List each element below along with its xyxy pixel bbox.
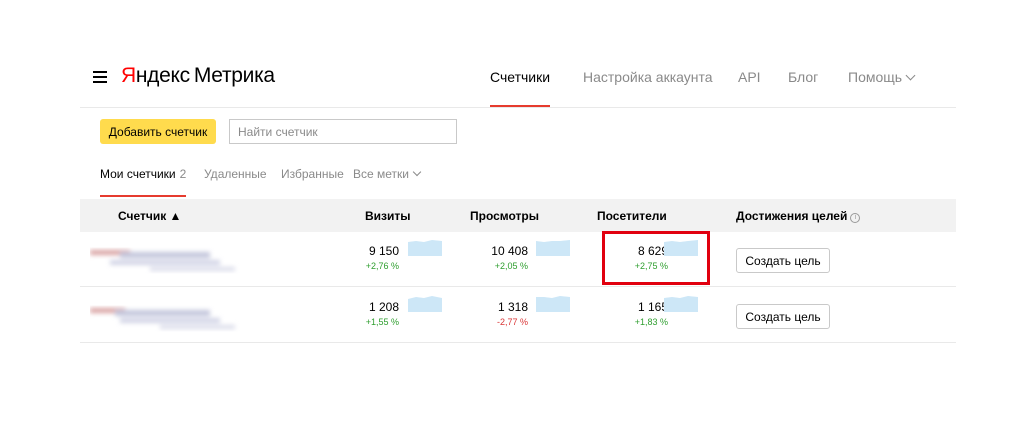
column-counter-sort[interactable]: Счетчик ▲ (118, 209, 181, 223)
visits-change: +1,55 % (365, 317, 399, 327)
views-sparkline (536, 296, 570, 312)
visits-change: +2,76 % (365, 261, 399, 271)
visits-sparkline (408, 240, 442, 256)
chevron-down-icon (905, 70, 916, 81)
create-goal-button[interactable]: Создать цель (736, 248, 830, 273)
column-views: Просмотры (470, 209, 540, 223)
table-row[interactable]: 1 208 +1,55 % 1 318 -2,77 % 1 165 +1,83 … (80, 288, 956, 343)
chevron-down-icon (412, 167, 422, 177)
search-input[interactable] (229, 119, 457, 144)
table-header: Счетчик ▲ Визиты Просмотры Посетители До… (80, 199, 956, 232)
logo-brand-rest: ндекс (135, 64, 190, 87)
views-change: -2,77 % (496, 317, 528, 327)
views-value: 10 408 (491, 244, 528, 258)
tab-all-tags[interactable]: Все метки (353, 167, 422, 181)
tab-my-counters-count: 2 (179, 167, 187, 181)
visits-value: 1 208 (368, 300, 399, 314)
views-value: 1 318 (497, 300, 528, 314)
nav-account-settings[interactable]: Настройка аккаунта (583, 69, 713, 85)
visitors-sparkline (664, 296, 698, 312)
visitors-value: 1 165 (637, 300, 668, 314)
tab-deleted[interactable]: Удаленные (204, 167, 267, 181)
tab-my-counters-label: Мои счетчики (100, 167, 176, 181)
column-goals-label: Достижения целей (736, 209, 848, 223)
table-row[interactable]: 9 150 +2,76 % 10 408 +2,05 % 8 629 +2,75… (80, 232, 956, 287)
visits-sparkline (408, 296, 442, 312)
top-header: Яндекс Метрика Счетчики Настройка аккаунт… (80, 50, 956, 108)
views-cell: 1 318 -2,77 % (497, 300, 528, 327)
tab-favorites[interactable]: Избранные (281, 167, 344, 181)
column-goals: Достижения целей i (736, 209, 861, 224)
nav-active-underline (490, 105, 550, 107)
nav-help-label: Помощь (848, 69, 903, 85)
create-goal-button[interactable]: Создать цель (736, 304, 830, 329)
views-cell: 10 408 +2,05 % (491, 244, 528, 271)
logo[interactable]: Яндекс Метрика (121, 64, 275, 88)
column-visitors: Посетители (597, 209, 667, 223)
nav-help[interactable]: Помощь (848, 69, 916, 85)
info-icon[interactable]: i (850, 213, 861, 223)
visits-cell: 9 150 +2,76 % (366, 244, 399, 271)
visits-value: 9 150 (368, 244, 399, 258)
add-counter-button[interactable]: Добавить счетчик (100, 119, 216, 144)
tab-active-underline (100, 195, 186, 197)
blurred-counter-name (90, 250, 235, 271)
highlight-box (602, 231, 710, 285)
logo-brand-first-letter: Я (121, 64, 136, 87)
views-sparkline (536, 240, 570, 256)
menu-icon[interactable] (93, 71, 107, 83)
tab-my-counters[interactable]: Мои счетчики 2 (100, 167, 186, 181)
visitors-cell: 1 165 +1,83 % (635, 300, 668, 327)
nav-counters[interactable]: Счетчики (490, 69, 550, 85)
nav-api[interactable]: API (738, 69, 761, 85)
column-visits: Визиты (365, 209, 411, 223)
blurred-counter-name (90, 308, 235, 329)
tab-all-tags-label: Все метки (353, 167, 409, 181)
visitors-change: +1,83 % (634, 317, 668, 327)
views-change: +2,05 % (494, 261, 528, 271)
logo-product: Метрика (193, 64, 275, 87)
visits-cell: 1 208 +1,55 % (366, 300, 399, 327)
nav-blog[interactable]: Блог (788, 69, 818, 85)
